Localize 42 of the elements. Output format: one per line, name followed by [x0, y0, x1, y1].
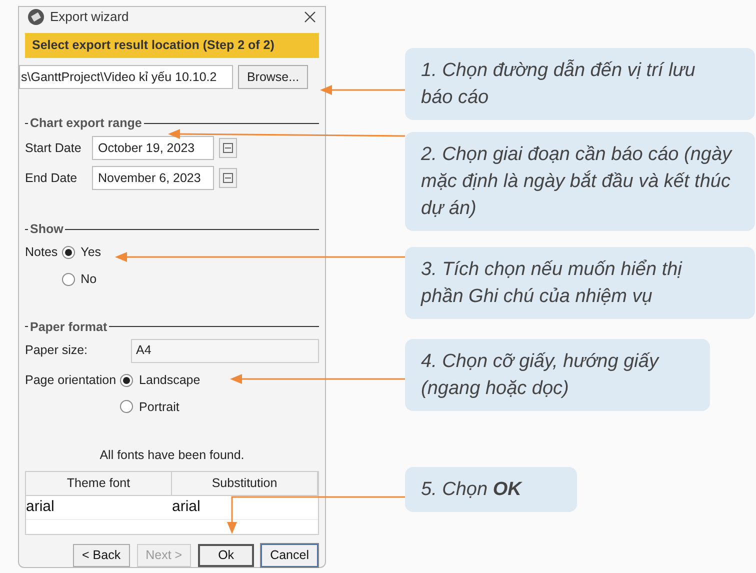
callout-box: 2. Chọn giai đoạn cần báo cáo (ngày mặc định là ngày bắt đầu và kết thúc dự án) — [405, 132, 755, 231]
step-header: Select export result location (Step 2 of 2) — [25, 33, 319, 58]
table-cell-text: arial — [26, 497, 56, 518]
table-cell-text: arial — [172, 497, 202, 518]
column-header: Theme font — [26, 472, 172, 495]
dialog-button[interactable]: Ok — [198, 544, 254, 567]
radio-button[interactable] — [62, 272, 75, 286]
group-title: Chart export range — [30, 115, 142, 132]
radio-button[interactable] — [120, 400, 134, 414]
path-field[interactable]: s\GanttProject\Video kỉ yếu 10.10.2 — [19, 65, 233, 90]
dialog-button[interactable]: < Back — [73, 544, 130, 567]
date-field[interactable]: November 6, 2023 — [92, 166, 214, 190]
field-label: End Date — [25, 170, 78, 187]
calendar-button[interactable] — [219, 168, 237, 188]
field-label: Page orientation — [25, 372, 116, 389]
field-label: Start Date — [25, 140, 82, 157]
callout-box: 3. Tích chọn nếu muốn hiển thị phần Ghi chú của nhiệm vụ — [405, 247, 755, 319]
callout-box: 4. Chọn cỡ giấy, hướng giấy (ngang hoặc dọc) — [405, 339, 710, 411]
field-label: Notes — [25, 244, 58, 262]
radio-button[interactable] — [62, 246, 75, 260]
minus-box-icon — [223, 173, 233, 184]
date-field[interactable]: October 19, 2023 — [92, 136, 214, 160]
radio-button[interactable] — [120, 374, 134, 387]
app-logo-icon — [28, 9, 44, 26]
radio-label: Landscape — [139, 372, 200, 389]
dialog-button[interactable]: Cancel — [261, 544, 318, 567]
minus-box-icon — [223, 143, 233, 154]
callout-box: 5. Chọn OK — [405, 467, 577, 512]
column-header: Substitution — [172, 472, 318, 495]
close-icon[interactable] — [304, 11, 316, 24]
radio-label: No — [80, 271, 97, 288]
paper-size-field[interactable]: A4 — [131, 338, 319, 363]
group-title: Show — [30, 221, 64, 238]
calendar-button[interactable] — [219, 138, 237, 158]
browse-button[interactable]: Browse... — [238, 65, 308, 90]
group-title: Paper format — [30, 318, 108, 335]
radio-label: Portrait — [139, 398, 180, 416]
callout-box: 1. Chọn đường dẫn đến vị trí lưu báo cáo — [405, 48, 755, 120]
radio-label: Yes — [80, 244, 102, 262]
field-label: Paper size: — [25, 342, 89, 360]
status-message: All fonts have been found. — [98, 447, 246, 464]
window-title: Export wizard — [50, 8, 130, 26]
